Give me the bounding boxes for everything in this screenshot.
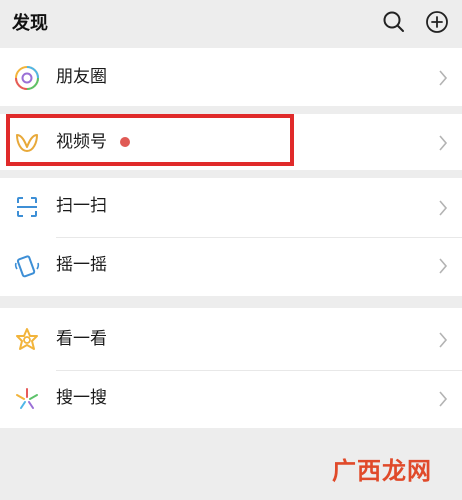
moments-icon [15, 66, 39, 90]
top-stories-icon [16, 328, 38, 350]
add-icon[interactable] [424, 9, 450, 35]
list-item-label: 看一看 [56, 329, 107, 349]
list-item-label: 扫一扫 [56, 196, 107, 216]
top-bar: 发现 [0, 0, 462, 44]
watermark-text: 广西龙网 [332, 457, 432, 485]
chevron-right-icon [439, 70, 448, 86]
chevron-right-icon [439, 391, 448, 407]
search-feature-icon [16, 388, 38, 409]
group-discover: 看一看 搜一搜 [0, 308, 462, 428]
shake-icon [14, 255, 40, 278]
list-item-shake[interactable]: 摇一摇 [0, 238, 462, 296]
highlight-box [6, 114, 294, 166]
list-item-label: 摇一摇 [56, 255, 107, 275]
chevron-right-icon [439, 332, 448, 348]
group-scan-shake: 扫一扫 摇一摇 [0, 178, 462, 296]
list-item-label: 搜一搜 [56, 388, 107, 408]
scan-icon [17, 197, 37, 217]
list-item-top-stories[interactable]: 看一看 [0, 310, 462, 368]
search-icon[interactable] [381, 9, 407, 35]
chevron-right-icon [439, 258, 448, 274]
list-item-label: 朋友圈 [56, 67, 107, 87]
list-item-moments[interactable]: 朋友圈 [0, 48, 462, 106]
chevron-right-icon [439, 200, 448, 216]
list-item-search[interactable]: 搜一搜 [0, 370, 462, 428]
page-title: 发现 [12, 13, 48, 34]
list-item-scan[interactable]: 扫一扫 [0, 178, 462, 236]
group-moments: 朋友圈 [0, 48, 462, 106]
chevron-right-icon [439, 135, 448, 151]
